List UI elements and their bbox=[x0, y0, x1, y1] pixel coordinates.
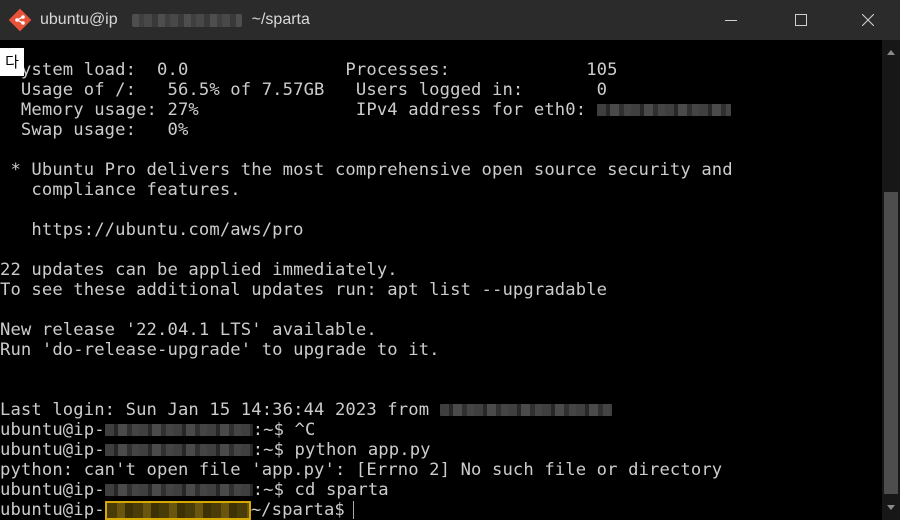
scroll-down-arrow-icon[interactable] bbox=[882, 496, 900, 520]
redacted-hostname bbox=[104, 444, 253, 456]
terminal-line: Usage of /: 56.5% of 7.57GB Users logged… bbox=[0, 80, 608, 100]
title-path: ~/sparta bbox=[251, 11, 310, 28]
terminal-line: New release '22.04.1 LTS' available. bbox=[0, 320, 377, 340]
ime-indicator: 다 bbox=[0, 48, 24, 76]
terminal-line: Run 'do-release-upgrade' to upgrade to i… bbox=[0, 340, 440, 360]
scrollbar-thumb[interactable] bbox=[884, 192, 898, 494]
terminal-line: https://ubuntu.com/aws/pro bbox=[0, 220, 304, 240]
minimize-icon bbox=[725, 20, 737, 21]
minimize-button[interactable] bbox=[708, 0, 754, 40]
terminal-output[interactable]: System load: 0.0 Processes: 105 Usage of… bbox=[0, 40, 882, 520]
maximize-button[interactable] bbox=[778, 0, 824, 40]
terminal-line: Swap usage: 0% bbox=[0, 120, 189, 140]
title-user-host: ubuntu@ip bbox=[40, 11, 118, 28]
maximize-icon bbox=[795, 14, 807, 26]
terminal-window: ubuntu@ip ~/sparta System load: 0.0 Proce… bbox=[0, 0, 900, 520]
redacted-ipv4 bbox=[596, 104, 731, 116]
vertical-scrollbar[interactable] bbox=[882, 40, 900, 520]
close-icon bbox=[862, 14, 874, 26]
terminal-prompt-line: ubuntu@ip-:~$ ^C bbox=[0, 420, 316, 440]
terminal-prompt-line: ubuntu@ip-:~$ cd sparta bbox=[0, 480, 389, 500]
terminal-prompt-line: ubuntu@ip-:~$ python app.py bbox=[0, 440, 431, 460]
redacted-hostname bbox=[104, 484, 253, 496]
terminal-line: Memory usage: 27% IPv4 address for eth0: bbox=[0, 100, 731, 120]
scroll-up-arrow-icon[interactable] bbox=[882, 40, 900, 64]
terminal-line: 22 updates can be applied immediately. bbox=[0, 260, 398, 280]
redacted-login-ip bbox=[439, 404, 612, 416]
window-title: ubuntu@ip ~/sparta bbox=[40, 9, 310, 31]
highlighted-hostname bbox=[104, 500, 251, 520]
terminal-line: compliance features. bbox=[0, 180, 241, 200]
terminal-line: Last login: Sun Jan 15 14:36:44 2023 fro… bbox=[0, 400, 612, 420]
terminal-line: python: can't open file 'app.py': [Errno… bbox=[0, 460, 723, 480]
terminal-line: * Ubuntu Pro delivers the most comprehen… bbox=[0, 160, 733, 180]
text-cursor bbox=[352, 501, 354, 519]
close-button[interactable] bbox=[845, 0, 891, 40]
terminal-line: System load: 0.0 Processes: 105 bbox=[0, 60, 618, 80]
terminal-active-prompt[interactable]: ubuntu@ip- ~/sparta$ bbox=[0, 500, 354, 520]
redacted-ip bbox=[131, 13, 242, 27]
terminal-line: To see these additional updates run: apt… bbox=[0, 280, 608, 300]
redacted-hostname bbox=[104, 424, 253, 436]
title-bar[interactable]: ubuntu@ip ~/sparta bbox=[0, 0, 900, 40]
git-bash-diamond-icon bbox=[8, 8, 32, 32]
